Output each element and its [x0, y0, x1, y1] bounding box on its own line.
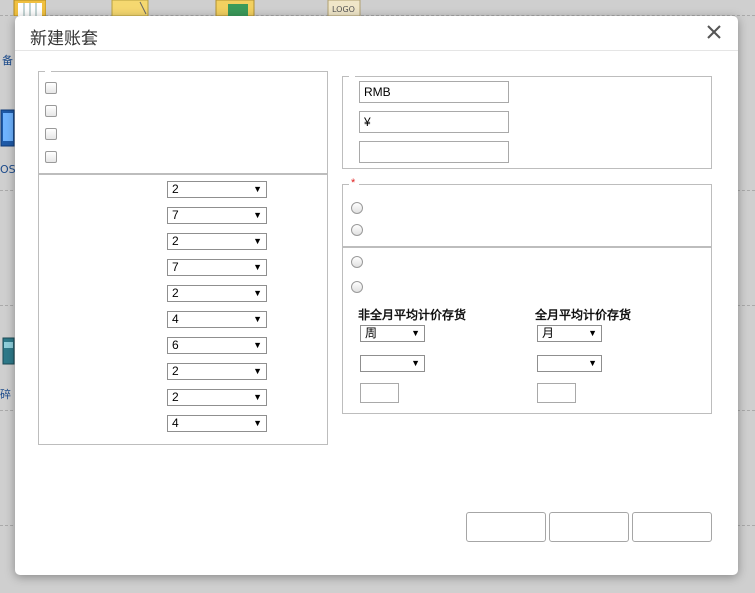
code-length-select-6[interactable]: 4 ▼: [167, 311, 267, 328]
footer-button-2[interactable]: [549, 512, 629, 542]
footer-button-3[interactable]: [632, 512, 712, 542]
dialog-title: 新建账套: [30, 29, 98, 49]
close-icon[interactable]: [704, 22, 724, 42]
dropdown-arrow-icon: ▼: [253, 184, 262, 194]
non-monthly-value-input[interactable]: [360, 383, 399, 403]
option-checkbox-4[interactable]: [45, 151, 57, 163]
required-mark: *: [351, 177, 356, 189]
option-checkbox-2[interactable]: [45, 105, 57, 117]
non-monthly-avg-label: 非全月平均计价存货: [358, 308, 467, 322]
valuation-fieldset: 非全月平均计价存货 全月平均计价存货 周 ▼ 月 ▼ ▼ ▼: [342, 246, 712, 414]
monthly-period-select[interactable]: 月 ▼: [537, 325, 602, 342]
code-length-select-8[interactable]: 2 ▼: [167, 363, 267, 380]
dropdown-arrow-icon: ▼: [253, 210, 262, 220]
dropdown-arrow-icon: ▼: [253, 340, 262, 350]
new-account-set-dialog: 新建账套 2 ▼ 7 ▼ 2 ▼ 7 ▼ 2 ▼ 4 ▼ 6 ▼ 2 ▼ 2 ▼ 4 ▼ RMB ¥…: [15, 16, 738, 575]
valuation-radio-1[interactable]: [351, 256, 363, 268]
code-length-select-5[interactable]: 2 ▼: [167, 285, 267, 302]
code-length-select-10[interactable]: 4 ▼: [167, 415, 267, 432]
currency-code-input[interactable]: RMB: [359, 81, 509, 103]
code-length-select-2[interactable]: 7 ▼: [167, 207, 267, 224]
monthly-second-select[interactable]: ▼: [537, 355, 602, 372]
options-fieldset: [38, 70, 328, 174]
desktop-icon-label: 备: [2, 54, 13, 67]
valuation-radio-2[interactable]: [351, 281, 363, 293]
method-radio-2[interactable]: [351, 224, 363, 236]
dropdown-arrow-icon: ▼: [253, 314, 262, 324]
code-length-select-3[interactable]: 2 ▼: [167, 233, 267, 250]
monitor-app-icon[interactable]: [0, 108, 15, 150]
non-monthly-period-select[interactable]: 周 ▼: [360, 325, 425, 342]
desktop-icon-label: OS: [0, 163, 16, 176]
dropdown-arrow-icon: ▼: [588, 358, 597, 368]
desktop-icon-label: 碎: [0, 388, 11, 401]
shredder-app-icon[interactable]: [0, 334, 15, 370]
monthly-value-input[interactable]: [537, 383, 576, 403]
currency-symbol-input[interactable]: ¥: [359, 111, 509, 133]
dropdown-arrow-icon: ▼: [253, 392, 262, 402]
dropdown-arrow-icon: ▼: [253, 418, 262, 428]
option-checkbox-3[interactable]: [45, 128, 57, 140]
footer-button-1[interactable]: [466, 512, 546, 542]
notepad-app-icon[interactable]: [110, 0, 150, 16]
money-app-icon[interactable]: [214, 0, 256, 16]
code-length-select-1[interactable]: 2 ▼: [167, 181, 267, 198]
dropdown-arrow-icon: ▼: [411, 358, 420, 368]
dropdown-arrow-icon: ▼: [253, 236, 262, 246]
code-length-select-4[interactable]: 7 ▼: [167, 259, 267, 276]
code-length-fieldset: 2 ▼ 7 ▼ 2 ▼ 7 ▼ 2 ▼ 4 ▼ 6 ▼ 2 ▼ 2 ▼ 4 ▼: [38, 173, 328, 445]
monthly-avg-label: 全月平均计价存货: [535, 308, 632, 322]
method-radio-1[interactable]: [351, 202, 363, 214]
dropdown-arrow-icon: ▼: [253, 366, 262, 376]
logo-app-icon[interactable]: LOGO: [326, 0, 362, 16]
svg-text:LOGO: LOGO: [332, 5, 355, 14]
currency-fieldset: RMB ¥: [342, 75, 712, 169]
dropdown-arrow-icon: ▼: [253, 262, 262, 272]
dropdown-arrow-icon: ▼: [588, 328, 597, 338]
dialog-header: 新建账套: [15, 16, 738, 51]
code-length-select-7[interactable]: 6 ▼: [167, 337, 267, 354]
calendar-app-icon[interactable]: [2, 0, 46, 16]
dropdown-arrow-icon: ▼: [411, 328, 420, 338]
code-length-select-9[interactable]: 2 ▼: [167, 389, 267, 406]
dropdown-arrow-icon: ▼: [253, 288, 262, 298]
option-checkbox-1[interactable]: [45, 82, 57, 94]
currency-name-input[interactable]: [359, 141, 509, 163]
non-monthly-second-select[interactable]: ▼: [360, 355, 425, 372]
method-fieldset: *: [342, 177, 712, 247]
